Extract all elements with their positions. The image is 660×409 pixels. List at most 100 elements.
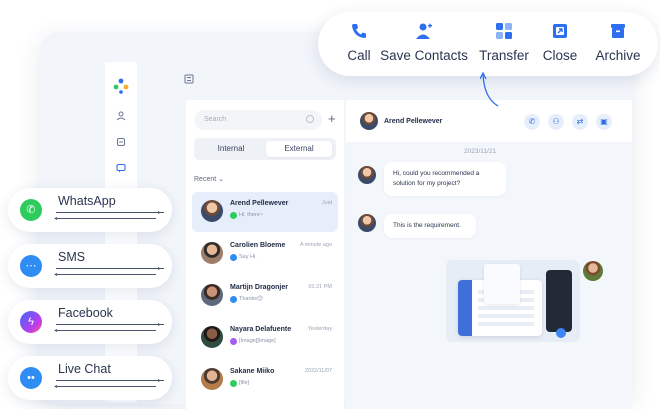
messenger-icon xyxy=(230,338,237,345)
search-placeholder: Search xyxy=(204,116,227,123)
messenger-icon: ϟ xyxy=(20,311,42,333)
transfer-icon xyxy=(495,22,513,40)
tab-external[interactable]: External xyxy=(266,141,332,157)
conversation-row[interactable]: Martijn Dragonjer 01:21 PM Thanks😊 xyxy=(192,276,338,316)
chevron-down-icon: ⌄ xyxy=(218,176,225,183)
add-conversation-icon[interactable]: + xyxy=(328,112,336,126)
channel-label: Facebook xyxy=(58,306,113,320)
avatar xyxy=(360,112,378,130)
tab-internal[interactable]: Internal xyxy=(198,141,264,157)
message-preview: [file] xyxy=(239,380,250,386)
channel-label: SMS xyxy=(58,250,86,264)
contact-name: Sakane Miiko xyxy=(230,368,275,375)
flow-line xyxy=(56,324,164,325)
avatar xyxy=(201,368,223,390)
whatsapp-icon xyxy=(230,212,237,219)
close-button[interactable]: Close xyxy=(542,22,578,70)
conversation-row[interactable]: Nayara Delafuente Yesterday [Image][Imag… xyxy=(192,318,338,358)
flow-line xyxy=(56,274,156,275)
attachment-window xyxy=(484,264,520,304)
tab-group: Internal External xyxy=(194,138,336,160)
avatar xyxy=(201,242,223,264)
conversation-panel: Search + Internal External Recent ⌄ Aren… xyxy=(186,100,344,409)
conversation-row[interactable]: Sakane Miiko 2022/11/07 [file] xyxy=(192,360,338,400)
phone-icon[interactable]: ✆ xyxy=(524,114,540,130)
flow-line xyxy=(56,380,164,381)
contacts-icon[interactable] xyxy=(113,108,129,124)
archive-icon xyxy=(609,22,627,40)
phone-icon xyxy=(350,22,368,40)
flow-line xyxy=(56,330,156,331)
recent-label: Recent xyxy=(194,176,217,183)
callout-arrow xyxy=(480,72,499,107)
arrow-right-icon: ▸ xyxy=(158,266,162,272)
avatar xyxy=(358,166,376,184)
arrow-right-icon: ▸ xyxy=(158,378,162,384)
call-label: Call xyxy=(347,48,371,63)
live-chat-icon: •• xyxy=(20,367,42,389)
message-time: 2022/11/07 xyxy=(304,368,332,374)
flow-line xyxy=(56,268,164,269)
avatar xyxy=(583,261,603,281)
channel-label: WhatsApp xyxy=(58,194,116,208)
avatar xyxy=(201,284,223,306)
database-icon[interactable] xyxy=(113,134,129,150)
arrow-left-icon: ◂ xyxy=(54,384,58,390)
menu-icon[interactable] xyxy=(184,74,196,84)
sidebar-rail xyxy=(105,62,137,402)
archive-button[interactable]: Archive xyxy=(594,22,642,70)
message-bubble: This is the requirement. xyxy=(384,214,476,238)
image-attachment[interactable] xyxy=(446,260,580,342)
transfer-label: Transfer xyxy=(479,48,529,63)
arrow-right-icon: ▸ xyxy=(158,210,162,216)
message-time: Yesterday xyxy=(307,326,332,332)
arrow-right-icon: ▸ xyxy=(158,322,162,328)
flow-line xyxy=(56,212,164,213)
avatar xyxy=(201,200,223,222)
avatar xyxy=(358,214,376,232)
save-contacts-label: Save Contacts xyxy=(380,48,468,63)
message-preview: [Image][Image] xyxy=(239,338,276,344)
chat-icon[interactable] xyxy=(113,160,129,176)
contact-name: Carolien Bloeme xyxy=(230,242,286,249)
conversation-row[interactable]: Carolien Bloeme A minute ago Say Hi. xyxy=(192,234,338,274)
arrow-left-icon: ◂ xyxy=(54,328,58,334)
contact-name: Martijn Dragonjer xyxy=(230,284,288,291)
message-time: Just xyxy=(321,200,332,206)
date-divider: 2023/11/21 xyxy=(464,148,497,155)
sms-icon: ⋯ xyxy=(20,255,42,277)
channel-live-chat[interactable]: •• Live Chat ▸ ◂ xyxy=(8,356,172,400)
message-bubble: Hi, could you recommended a solution for… xyxy=(384,162,506,196)
contact-name: Nayara Delafuente xyxy=(230,326,292,333)
add-contact-icon xyxy=(415,22,433,40)
close-window-icon xyxy=(551,22,569,40)
close-window-icon[interactable]: ▣ xyxy=(596,114,612,130)
message-time: 01:21 PM xyxy=(308,284,332,290)
chat-panel: Arend Pellewever ✆ ⚇ ⇄ ▣ 2023/11/21 Hi, … xyxy=(346,100,632,409)
app-logo-icon xyxy=(113,78,129,94)
attachment-phone xyxy=(546,270,572,332)
message-preview: Hi, there~ xyxy=(239,212,263,218)
channel-label: Live Chat xyxy=(58,362,111,376)
flow-line xyxy=(56,218,156,219)
call-button[interactable]: Call xyxy=(346,22,372,70)
recent-filter[interactable]: Recent ⌄ xyxy=(194,175,224,183)
channel-facebook[interactable]: ϟ Facebook ▸ ◂ xyxy=(8,300,172,344)
transfer-icon[interactable]: ⇄ xyxy=(572,114,588,130)
transfer-button[interactable]: Transfer xyxy=(478,22,530,70)
channel-whatsapp[interactable]: ✆ WhatsApp ▸ ◂ xyxy=(8,188,172,232)
flow-line xyxy=(56,386,156,387)
channel-sms[interactable]: ⋯ SMS ▸ ◂ xyxy=(8,244,172,288)
message-preview: Thanks😊 xyxy=(239,296,263,302)
add-contact-icon[interactable]: ⚇ xyxy=(548,114,564,130)
save-contacts-button[interactable]: Save Contacts xyxy=(380,22,468,70)
chat-contact-name: Arend Pellewever xyxy=(384,118,443,125)
arrow-left-icon: ◂ xyxy=(54,272,58,278)
avatar xyxy=(201,326,223,348)
search-input[interactable]: Search xyxy=(194,110,322,130)
action-bar: Call Save Contacts Transfer Close Archiv… xyxy=(318,12,658,76)
live-chat-icon xyxy=(230,296,237,303)
close-label: Close xyxy=(542,48,578,63)
sms-icon xyxy=(230,254,237,261)
conversation-row[interactable]: Arend Pellewever Just Hi, there~ xyxy=(192,192,338,232)
